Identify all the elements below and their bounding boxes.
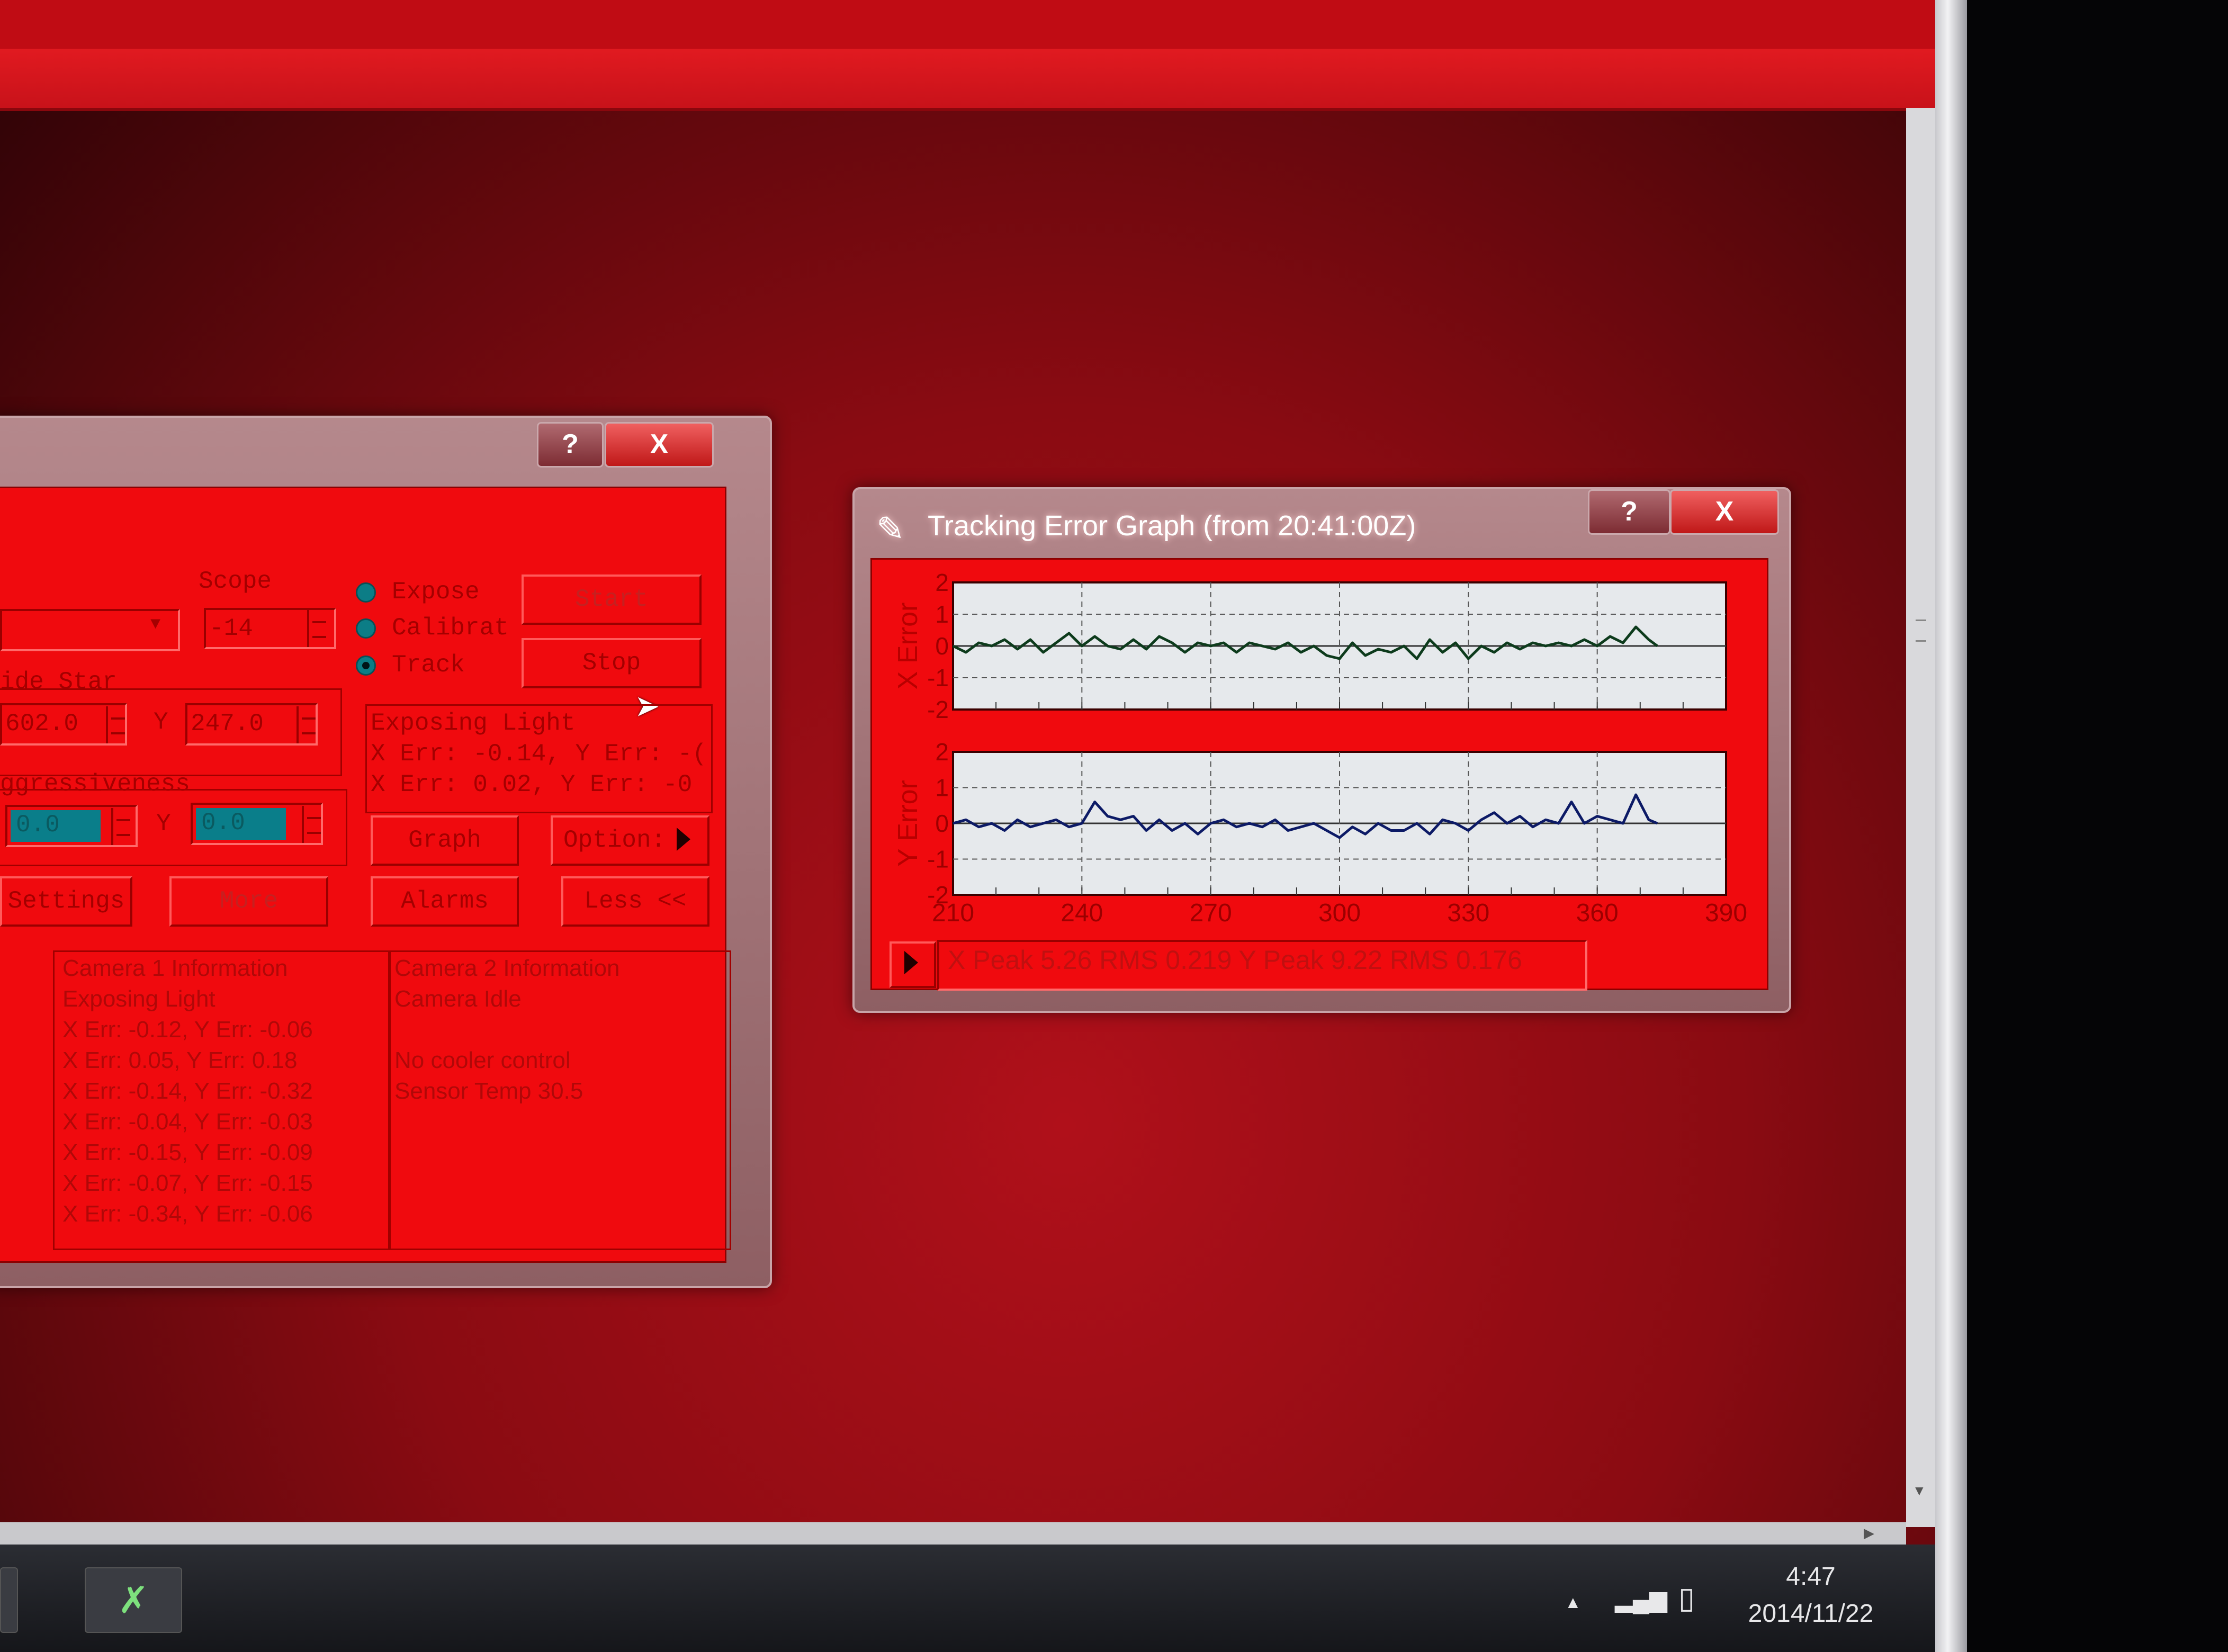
guiding-help-button[interactable]: ?	[537, 422, 604, 468]
aggressiveness-label: ggressiveness	[0, 770, 190, 798]
info-line: Camera Idle	[394, 986, 522, 1012]
taskbar-excel-icon[interactable]: ✗	[85, 1567, 182, 1633]
battery-icon[interactable]: ▯	[1678, 1581, 1695, 1615]
monitor-frame	[1935, 0, 1967, 1652]
info-line: X Err: -0.04, Y Err: -0.03	[62, 1109, 313, 1135]
settings-button[interactable]: Settings	[0, 876, 132, 927]
info-line: No cooler control	[394, 1047, 571, 1073]
graph-client-area	[870, 558, 1768, 990]
graph-stats: X Peak 5.26 RMS 0.219 Y Peak 9.22 RMS 0.…	[948, 945, 1522, 975]
network-signal-icon[interactable]: ▂▄▆	[1615, 1586, 1667, 1613]
horizontal-scrollbar[interactable]	[0, 1522, 1906, 1545]
info-line: X Err: -0.07, Y Err: -0.15	[62, 1170, 313, 1196]
track-radio[interactable]	[356, 656, 376, 676]
scroll-down-icon[interactable]: ▼	[1912, 1483, 1926, 1499]
taskbar-app-button[interactable]	[0, 1567, 18, 1633]
graph-window-icon: ✎	[876, 510, 905, 548]
app-title-bar	[0, 49, 1935, 111]
guide-star-label: ide Star	[0, 668, 117, 696]
expose-radio[interactable]	[356, 582, 376, 603]
info-line: X Err: 0.05, Y Err: 0.18	[62, 1047, 298, 1073]
expose-label: Expose	[392, 578, 480, 606]
info-line: Sensor Temp 30.5	[394, 1078, 583, 1104]
less-button[interactable]: Less <<	[561, 876, 709, 927]
scroll-right-icon[interactable]: ▶	[1864, 1525, 1874, 1541]
aggressiveness-y-value: 0.0	[201, 809, 245, 837]
start-button[interactable]: Start	[522, 574, 702, 625]
guide-star-x-spinner-icon[interactable]	[106, 706, 128, 743]
more-button[interactable]: More	[169, 876, 328, 927]
graph-play-icon[interactable]	[904, 951, 918, 974]
calibrate-label: Calibrat	[392, 614, 509, 642]
aggressiveness-y-label: Y	[156, 810, 171, 838]
track-label: Track	[392, 651, 465, 679]
info-line: X Err: -0.34, Y Err: -0.06	[62, 1201, 313, 1227]
aggressiveness-x-value: 0.0	[16, 811, 60, 839]
aggressiveness-y-spinner-icon[interactable]	[302, 806, 324, 843]
status-line: X Err: 0.02, Y Err: -0	[371, 771, 693, 798]
scope-spinner-icon[interactable]	[307, 610, 329, 647]
calibrate-radio[interactable]	[356, 618, 376, 639]
tray-expand-icon[interactable]: ▲	[1565, 1593, 1582, 1612]
scroll-grip-icon[interactable]	[1916, 620, 1926, 642]
alarms-button[interactable]: Alarms	[371, 876, 519, 927]
graph-close-button[interactable]: X	[1670, 489, 1779, 535]
graph-window-title: Tracking Error Graph (from 20:41:00Z)	[928, 510, 1416, 542]
aggressiveness-x-spinner-icon[interactable]	[111, 808, 133, 845]
monitor-bezel	[1967, 0, 2228, 1652]
guide-star-y-label: Y	[154, 708, 168, 736]
clock-date[interactable]: 2014/11/22	[1731, 1599, 1890, 1628]
info-line: X Err: -0.14, Y Err: -0.32	[62, 1078, 313, 1104]
app-top-strip	[0, 0, 1935, 49]
graph-help-button[interactable]: ?	[1588, 489, 1670, 535]
stop-button[interactable]: Stop	[522, 638, 702, 688]
scope-label: Scope	[199, 568, 272, 595]
scope-dropdown-arrow-icon[interactable]: ▼	[150, 614, 160, 634]
info-line: Camera 2 Information	[394, 955, 620, 981]
status-line: X Err: -0.14, Y Err: -(	[371, 740, 707, 768]
graph-button[interactable]: Graph	[371, 815, 519, 866]
info-line: X Err: -0.15, Y Err: -0.09	[62, 1139, 313, 1165]
status-line: Exposing Light	[371, 710, 576, 737]
info-line: X Err: -0.12, Y Err: -0.06	[62, 1017, 313, 1043]
tracking-graph-window: ? X	[852, 487, 1791, 1013]
info-line: Camera 1 Information	[62, 955, 288, 981]
vertical-scrollbar[interactable]	[1906, 108, 1935, 1527]
options-arrow-icon[interactable]	[677, 828, 690, 851]
guiding-close-button[interactable]: X	[605, 422, 714, 468]
clock-time[interactable]: 4:47	[1779, 1562, 1843, 1591]
guide-star-y-spinner-icon[interactable]	[297, 706, 319, 743]
info-line: Exposing Light	[62, 986, 215, 1012]
